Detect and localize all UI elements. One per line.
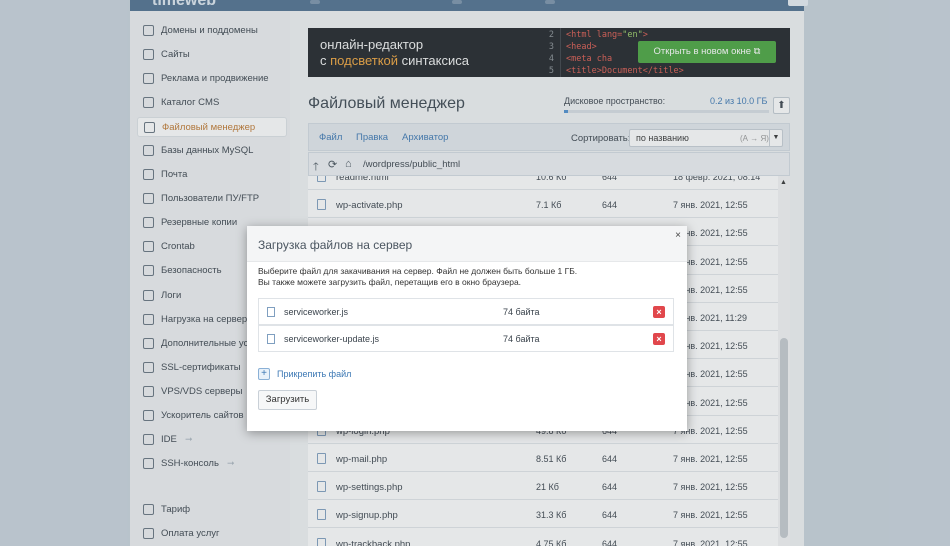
file-icon [267, 334, 275, 344]
upload-file-item: serviceworker-update.js 74 байта × [258, 325, 674, 352]
upload-dialog: Загрузка файлов на сервер × Выберите фай… [247, 226, 687, 431]
upload-file-size: 74 байта [503, 334, 540, 344]
dialog-description: Выберите файл для закачивания на сервер.… [258, 266, 577, 288]
upload-file-name: serviceworker-update.js [284, 334, 380, 344]
description-line-2: Вы также можете загрузить файл, перетащи… [258, 277, 522, 287]
dialog-title: Загрузка файлов на сервер [258, 238, 413, 252]
close-icon[interactable]: × [669, 227, 687, 245]
description-line-1: Выберите файл для закачивания на сервер.… [258, 266, 578, 276]
dialog-header: Загрузка файлов на сервер [247, 226, 687, 262]
upload-file-name: serviceworker.js [284, 307, 349, 317]
remove-file-icon[interactable]: × [653, 333, 665, 345]
upload-file-size: 74 байта [503, 307, 540, 317]
upload-file-item: serviceworker.js 74 байта × [258, 298, 674, 325]
plus-icon[interactable]: + [258, 368, 270, 380]
file-icon [267, 307, 275, 317]
upload-submit-button[interactable]: Загрузить [258, 390, 317, 410]
attach-file-link[interactable]: Прикрепить файл [277, 369, 351, 379]
remove-file-icon[interactable]: × [653, 306, 665, 318]
